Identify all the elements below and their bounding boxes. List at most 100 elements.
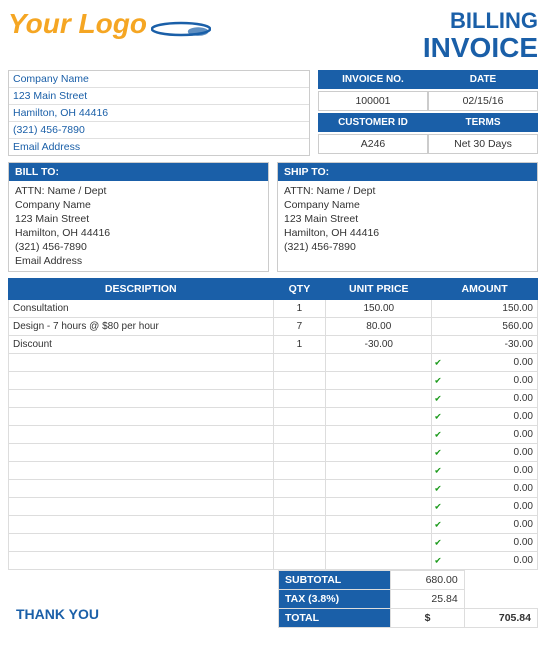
bill-to-body: ATTN: Name / Dept Company Name 123 Main … <box>9 181 268 271</box>
desc-cell <box>9 552 274 570</box>
desc-cell <box>9 408 274 426</box>
amount-cell: ✔0.00 <box>432 516 538 534</box>
desc-cell: Design - 7 hours @ $80 per hour <box>9 318 274 336</box>
checkmark-icon: ✔ <box>434 429 442 440</box>
unit-price-cell <box>326 462 432 480</box>
table-row: ✔0.00 <box>9 552 538 570</box>
subtotal-row: SUBTOTAL 680.00 <box>279 571 538 590</box>
checkmark-icon: ✔ <box>434 483 442 494</box>
bill-to-city: Hamilton, OH 44416 <box>15 226 262 240</box>
totals-section: THANK YOU SUBTOTAL 680.00 TAX (3.8%) 25.… <box>8 570 538 628</box>
date-label: DATE <box>428 70 538 89</box>
desc-cell <box>9 534 274 552</box>
company-phone: (321) 456-7890 <box>9 122 309 139</box>
invoice-no-label: INVOICE NO. <box>318 70 428 89</box>
ship-to-header: SHIP TO: <box>278 163 537 181</box>
amount-cell: ✔0.00 <box>432 426 538 444</box>
qty-cell: 1 <box>273 336 326 354</box>
table-row: Design - 7 hours @ $80 per hour780.00560… <box>9 318 538 336</box>
terms-label: TERMS <box>428 113 538 132</box>
company-city: Hamilton, OH 44416 <box>9 105 309 122</box>
desc-cell <box>9 498 274 516</box>
desc-cell <box>9 516 274 534</box>
checkmark-icon: ✔ <box>434 465 442 476</box>
invoice-no-value: 100001 <box>318 91 428 111</box>
total-row: TOTAL $ 705.84 <box>279 609 538 628</box>
bill-to-box: BILL TO: ATTN: Name / Dept Company Name … <box>8 162 269 272</box>
table-row: ✔0.00 <box>9 498 538 516</box>
table-row: ✔0.00 <box>9 390 538 408</box>
unit-price-cell: 150.00 <box>326 300 432 318</box>
unit-price-cell <box>326 480 432 498</box>
invoice-title: BILLING INVOICE <box>423 8 538 62</box>
meta-row-2: 100001 02/15/16 <box>318 91 538 111</box>
tax-label: TAX (3.8%) <box>279 590 391 609</box>
ship-to-address: 123 Main Street <box>284 212 531 226</box>
checkmark-icon: ✔ <box>434 519 442 530</box>
ship-to-attn: ATTN: Name / Dept <box>284 184 531 198</box>
qty-cell <box>273 354 326 372</box>
qty-cell <box>273 534 326 552</box>
table-row: ✔0.00 <box>9 408 538 426</box>
checkmark-icon: ✔ <box>434 411 442 422</box>
table-row: ✔0.00 <box>9 480 538 498</box>
desc-cell: Discount <box>9 336 274 354</box>
meta-row-3: CUSTOMER ID TERMS <box>318 113 538 132</box>
totals-table: SUBTOTAL 680.00 TAX (3.8%) 25.84 TOTAL $… <box>278 570 538 628</box>
amount-cell: ✔0.00 <box>432 534 538 552</box>
table-row: ✔0.00 <box>9 516 538 534</box>
unit-price-col-header: UNIT PRICE <box>326 279 432 300</box>
amount-cell: ✔0.00 <box>432 354 538 372</box>
amount-cell: ✔0.00 <box>432 462 538 480</box>
terms-value: Net 30 Days <box>428 134 538 154</box>
logo-swoosh-icon <box>151 20 211 38</box>
amount-cell: ✔0.00 <box>432 444 538 462</box>
desc-cell <box>9 444 274 462</box>
unit-price-cell <box>326 498 432 516</box>
ship-to-company: Company Name <box>284 198 531 212</box>
qty-cell <box>273 462 326 480</box>
amount-cell: -30.00 <box>432 336 538 354</box>
amount-cell: 560.00 <box>432 318 538 336</box>
checkmark-icon: ✔ <box>434 393 442 404</box>
unit-price-cell <box>326 552 432 570</box>
unit-price-cell: -30.00 <box>326 336 432 354</box>
desc-cell <box>9 426 274 444</box>
total-value: 705.84 <box>464 609 537 628</box>
thank-you-text: THANK YOU <box>8 600 107 628</box>
desc-cell <box>9 390 274 408</box>
checkmark-icon: ✔ <box>434 501 442 512</box>
unit-price-cell: 80.00 <box>326 318 432 336</box>
ship-to-box: SHIP TO: ATTN: Name / Dept Company Name … <box>277 162 538 272</box>
table-row: ✔0.00 <box>9 462 538 480</box>
table-row: Consultation1150.00150.00 <box>9 300 538 318</box>
desc-cell: Consultation <box>9 300 274 318</box>
customer-id-label: CUSTOMER ID <box>318 113 428 132</box>
qty-cell <box>273 516 326 534</box>
subtotal-label: SUBTOTAL <box>279 571 391 590</box>
company-address: 123 Main Street <box>9 88 309 105</box>
amount-cell: ✔0.00 <box>432 408 538 426</box>
desc-cell <box>9 354 274 372</box>
meta-row-4: A246 Net 30 Days <box>318 134 538 154</box>
amount-cell: ✔0.00 <box>432 390 538 408</box>
bill-to-address: 123 Main Street <box>15 212 262 226</box>
invoice-meta: INVOICE NO. DATE 100001 02/15/16 CUSTOME… <box>318 70 538 156</box>
amount-cell: ✔0.00 <box>432 480 538 498</box>
ship-to-phone: (321) 456-7890 <box>284 240 531 254</box>
logo-text: Your Logo <box>8 8 147 40</box>
qty-cell <box>273 498 326 516</box>
address-section: BILL TO: ATTN: Name / Dept Company Name … <box>8 162 538 272</box>
bill-to-phone: (321) 456-7890 <box>15 240 262 254</box>
unit-price-cell <box>326 516 432 534</box>
checkmark-icon: ✔ <box>434 447 442 458</box>
qty-cell <box>273 372 326 390</box>
checkmark-icon: ✔ <box>434 357 442 368</box>
bill-to-header: BILL TO: <box>9 163 268 181</box>
ship-to-city: Hamilton, OH 44416 <box>284 226 531 240</box>
tax-row: TAX (3.8%) 25.84 <box>279 590 538 609</box>
table-row: Discount1-30.00-30.00 <box>9 336 538 354</box>
qty-col-header: QTY <box>273 279 326 300</box>
amount-cell: ✔0.00 <box>432 372 538 390</box>
table-row: ✔0.00 <box>9 372 538 390</box>
